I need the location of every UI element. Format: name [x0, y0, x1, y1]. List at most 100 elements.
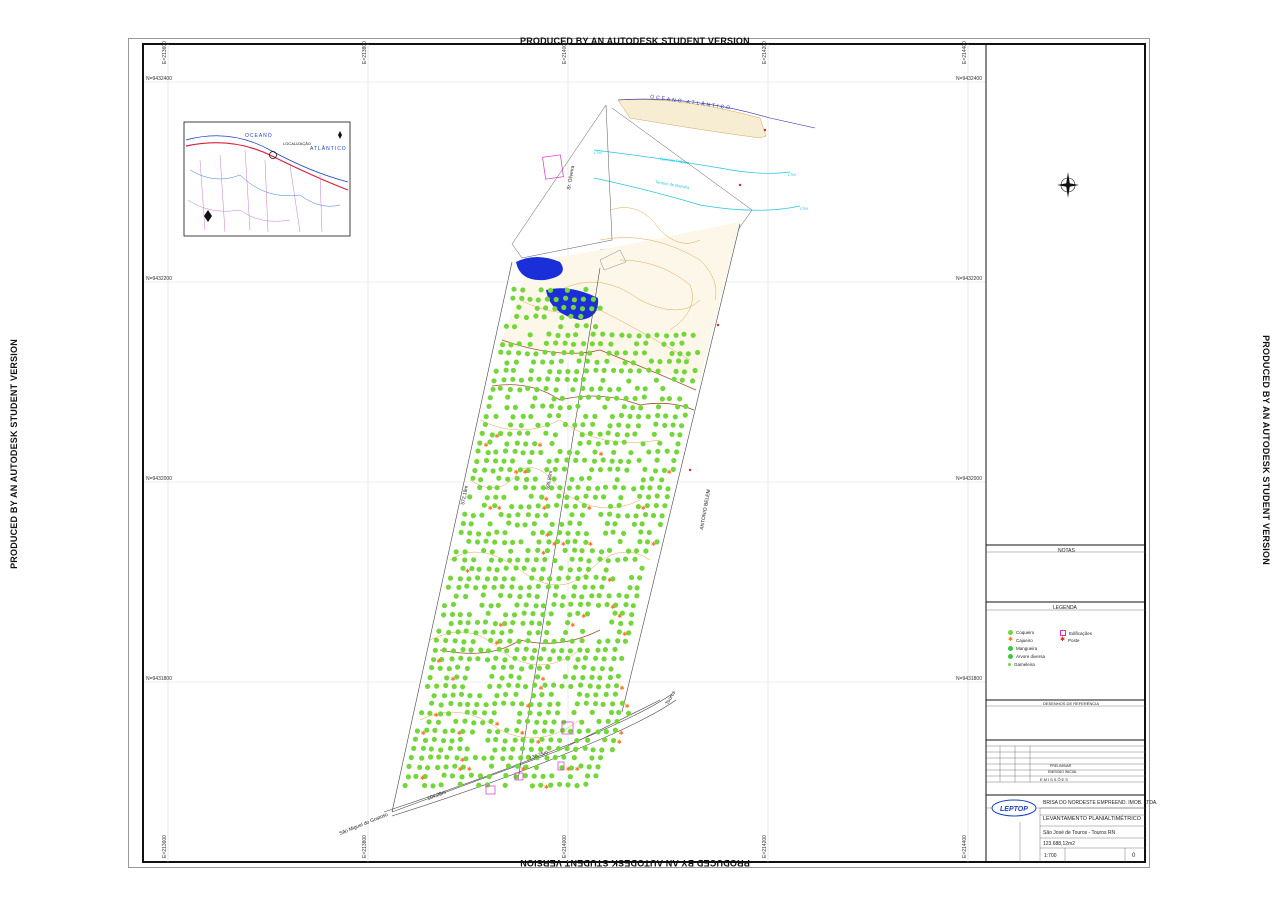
survey-map[interactable]: E=213600 E=213800 E=214000 E=214200 E=21…	[0, 0, 1280, 905]
tree-dot	[503, 323, 509, 329]
tree-dot	[605, 558, 611, 564]
tree-dot	[500, 342, 506, 348]
tree-dot	[565, 575, 571, 581]
tree-dot	[621, 530, 627, 537]
tree-dot	[481, 467, 488, 473]
tree-dot	[584, 647, 591, 654]
tree-dot	[653, 377, 660, 383]
tree-dot	[546, 458, 552, 464]
tree-dot	[685, 351, 691, 357]
tree-dot	[494, 529, 500, 535]
tree-dot	[607, 466, 613, 472]
cashew-tree-icon: ✱	[622, 631, 627, 638]
tree-dot	[538, 782, 544, 788]
tree-dot	[501, 746, 507, 752]
tree-dot	[632, 431, 638, 437]
tree-dot	[474, 458, 480, 465]
legend-item: ✱ Poste	[1060, 637, 1080, 643]
tree-dot	[624, 432, 630, 438]
tree-dot	[488, 763, 495, 769]
tree-dot	[586, 764, 592, 770]
inset-atlantic-label: ATLÂNTICO	[310, 145, 347, 152]
tree-dot	[525, 385, 531, 391]
tree-dot	[553, 296, 559, 303]
tree-dot	[591, 458, 598, 464]
tree-dot	[443, 637, 449, 644]
tree-dot	[487, 521, 493, 527]
tree-dot	[498, 349, 504, 355]
tree-dot	[493, 449, 499, 455]
cashew-tree-icon: ✱	[561, 541, 566, 548]
tree-dot	[573, 664, 579, 670]
cashew-tree-icon: ✱	[617, 739, 622, 746]
tree-dot	[501, 494, 507, 500]
tree-dot	[507, 431, 513, 437]
tree-dot	[527, 710, 533, 716]
tree-dot	[425, 683, 431, 690]
tree-dot	[574, 450, 580, 456]
tree-dot	[573, 332, 579, 338]
tree-dot	[450, 601, 457, 608]
tree-dot	[552, 592, 558, 598]
tree-dot	[518, 755, 524, 761]
tree-dot	[631, 521, 638, 527]
tree-dot	[593, 701, 599, 707]
upper-lot	[500, 104, 753, 380]
legend-symbol-icon	[1060, 630, 1066, 636]
tree-dot	[431, 736, 437, 743]
tree-dot	[639, 521, 645, 527]
tree-dot	[481, 584, 488, 590]
cashew-tree-icon: ✱	[420, 775, 425, 782]
tree-dot	[411, 745, 417, 752]
tree-dot	[461, 639, 467, 645]
tree-dot	[436, 628, 442, 634]
tree-dot	[622, 556, 629, 562]
tree-dot	[606, 593, 612, 599]
public-domain-label: Domínio Público	[660, 156, 690, 165]
tree-dot	[616, 709, 622, 716]
tree-dot	[458, 529, 464, 536]
tree-dot	[627, 413, 633, 419]
tree-dot	[610, 701, 616, 707]
tree-dot	[503, 612, 509, 618]
tree-dot	[505, 394, 511, 400]
tree-dot	[549, 728, 555, 734]
tree-dot	[417, 764, 423, 770]
tree-dot	[536, 620, 543, 627]
project-title: LEVANTAMENTO PLANIALTIMÉTRICO	[1043, 816, 1141, 822]
tree-dot	[582, 457, 588, 463]
easting-label-3-bottom: E=214000	[562, 835, 568, 858]
tree-dot	[543, 385, 549, 392]
cashew-tree-icon: ✱	[599, 451, 604, 458]
tree-dot	[606, 350, 612, 356]
tree-dot	[539, 576, 545, 582]
tree-dot	[435, 719, 442, 725]
tree-dot	[597, 386, 604, 392]
tree-dot	[534, 594, 540, 600]
tree-dot	[575, 403, 581, 409]
tree-dot	[469, 565, 475, 572]
tree-dot	[567, 612, 573, 618]
tree-dot	[679, 377, 685, 383]
tree-dot	[474, 539, 481, 545]
tree-dot	[564, 376, 570, 383]
tree-dot	[483, 702, 489, 708]
tree-dot	[616, 502, 622, 508]
legend-item: Coqueiro	[1008, 630, 1034, 635]
tree-dot	[615, 557, 621, 563]
tree-dot	[633, 350, 639, 356]
tree-dot	[597, 431, 603, 437]
cashew-tree-icon: ✱	[541, 676, 546, 683]
tree-dot	[609, 332, 615, 338]
tree-dot	[569, 512, 575, 518]
tree-dot	[493, 458, 499, 464]
cashew-tree-icon: ✱	[667, 469, 672, 476]
tree-dot	[600, 331, 606, 337]
tree-dot	[549, 440, 555, 447]
tree-dot	[575, 530, 581, 537]
cashew-tree-icon: ✱	[526, 703, 531, 710]
tree-dot	[657, 484, 663, 491]
easting-label-4-top: E=214200	[762, 41, 768, 64]
client-name: BRISA DO NORDESTE EMPREEND. IMOB. LTDA.	[1043, 800, 1158, 806]
tree-dot	[607, 423, 613, 429]
